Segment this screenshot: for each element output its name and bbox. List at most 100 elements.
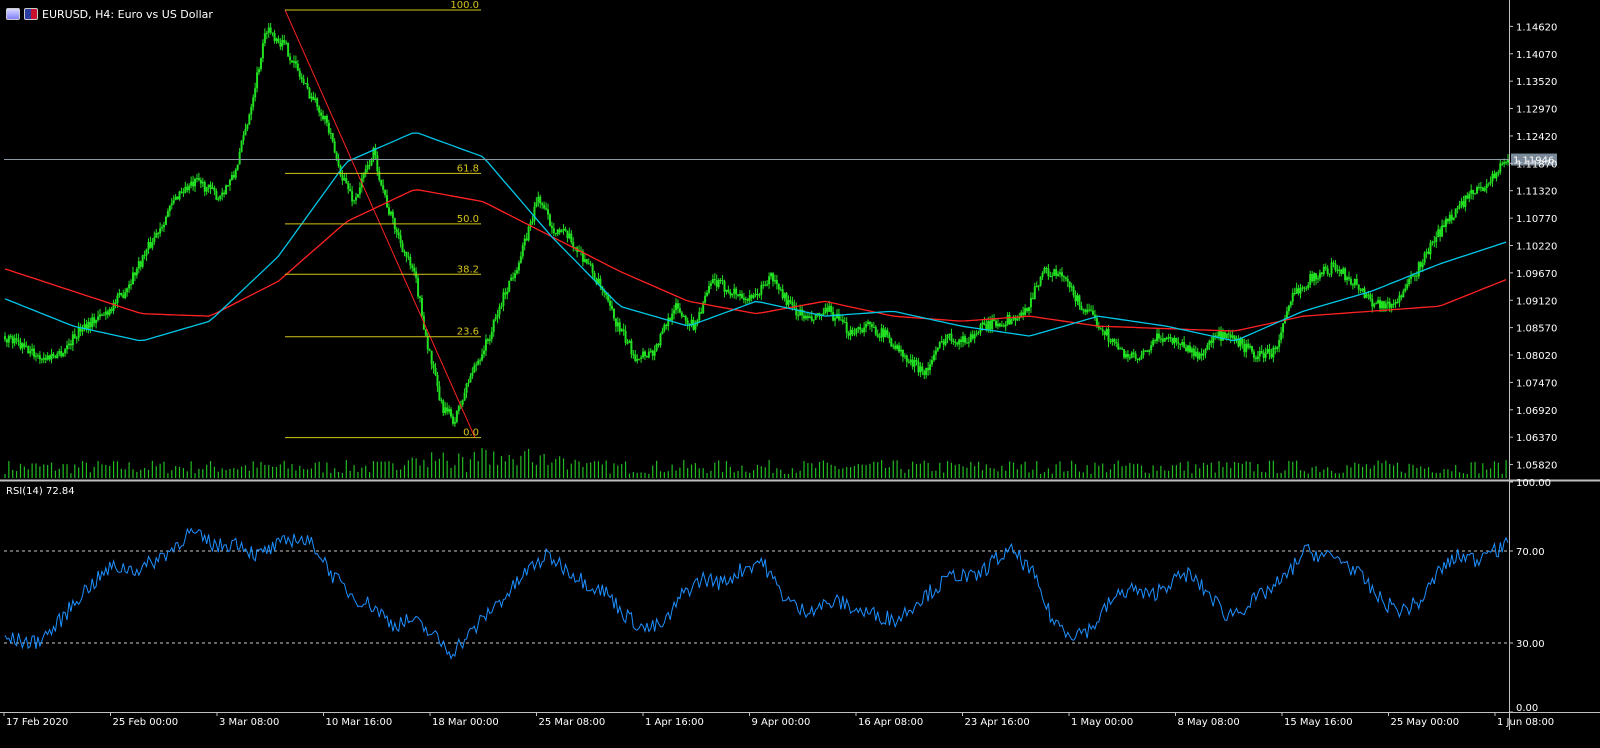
candle-body <box>1475 187 1478 194</box>
candle-body <box>1014 317 1017 321</box>
candle-body <box>1439 229 1442 237</box>
candle-body <box>585 259 588 264</box>
volume-bar <box>939 462 941 478</box>
candle-body <box>1249 346 1252 348</box>
candle-body <box>318 106 321 113</box>
candle-body <box>219 195 222 199</box>
candle-body <box>643 351 646 357</box>
candle-body <box>180 191 183 193</box>
candle-body <box>1062 276 1065 278</box>
volume-bar <box>1105 472 1108 478</box>
candle-body <box>545 208 548 210</box>
candle-body <box>1419 262 1422 268</box>
volume-bar <box>539 455 541 478</box>
candle-body <box>996 323 999 327</box>
candle-body <box>395 229 398 233</box>
volume-bar <box>1381 463 1383 478</box>
candle-body <box>1493 173 1496 179</box>
candle-body <box>244 128 247 136</box>
candle-body <box>341 175 344 181</box>
volume-bar <box>361 467 363 478</box>
candle-body <box>292 61 295 63</box>
candle-body <box>989 320 992 330</box>
candle-body <box>124 292 127 298</box>
candle-body <box>417 277 420 297</box>
candle-body <box>847 333 850 336</box>
candle-body <box>698 312 701 321</box>
candle-body <box>965 342 968 344</box>
volume-bar <box>112 461 115 478</box>
candle-body <box>211 187 214 189</box>
volume-bar <box>966 467 968 478</box>
volume-bar <box>1338 473 1340 478</box>
volume-bar <box>1199 468 1201 478</box>
volume-bar <box>392 463 394 478</box>
candle-body <box>164 216 167 225</box>
candle-body <box>1380 301 1383 309</box>
candle-body <box>166 211 169 217</box>
candle-body <box>310 96 313 99</box>
volume-bar <box>489 464 491 478</box>
candle-body <box>19 341 22 349</box>
candle-body <box>638 358 641 360</box>
candle-body <box>1297 288 1300 294</box>
candle-body <box>1031 297 1034 299</box>
candle-body <box>1060 272 1063 277</box>
candle-body <box>1241 338 1244 344</box>
volume-bar <box>543 454 545 478</box>
candle-body <box>632 354 635 356</box>
candle-body <box>110 309 113 311</box>
candle-body <box>308 88 311 99</box>
candle-body <box>870 324 873 327</box>
volume-bar <box>1451 471 1453 478</box>
candle-body <box>822 312 825 315</box>
candle-body <box>1078 295 1081 306</box>
candle-body <box>1313 273 1316 282</box>
candle-body <box>675 303 678 311</box>
candle-body <box>828 305 831 312</box>
trading-chart[interactable]: 100.0 61.8 50.0 38.2 23.6 0.0 RSI(14) 72.84 1… <box>0 0 1600 748</box>
candle-body <box>851 329 854 334</box>
volume-bar <box>725 461 728 478</box>
volume-bar <box>943 472 945 478</box>
candle-body <box>682 315 685 317</box>
candle-body <box>954 341 957 343</box>
candle-body <box>1252 351 1255 358</box>
candle-body <box>950 333 953 341</box>
candle-body <box>927 367 930 371</box>
volume-bar <box>958 464 960 478</box>
volume-bar <box>1323 469 1325 478</box>
candle-body <box>1444 218 1447 227</box>
volume-bar <box>365 465 367 478</box>
candle-body <box>614 318 617 327</box>
candle-body <box>855 328 858 334</box>
candle-body <box>956 342 959 345</box>
candle-body <box>1247 343 1250 348</box>
volume-bar <box>1404 473 1406 478</box>
candle-body <box>333 141 336 153</box>
candle-body <box>1287 305 1290 312</box>
volume-bar <box>1288 460 1290 478</box>
volume-bar <box>1319 472 1321 478</box>
volume-bar <box>547 465 549 478</box>
volume-bar <box>295 470 297 478</box>
candle-body <box>386 195 389 208</box>
volume-bar <box>605 460 607 478</box>
volume-bar <box>35 463 37 478</box>
candle-body <box>446 407 449 412</box>
candle-body <box>1173 337 1176 344</box>
volume-bar <box>438 458 441 478</box>
candle-body <box>1316 278 1319 280</box>
volume-bar <box>764 467 766 478</box>
candle-body <box>917 361 920 373</box>
candle-body <box>1394 302 1397 304</box>
candle-body <box>13 338 16 344</box>
candle-body <box>1328 273 1331 275</box>
volume-bar <box>372 461 375 478</box>
candle-body <box>1000 325 1003 327</box>
volume-bar <box>787 473 790 478</box>
volume-bar <box>1109 469 1112 478</box>
candle-body <box>552 228 555 234</box>
candle-body <box>1121 348 1124 350</box>
candle-body <box>649 350 652 352</box>
